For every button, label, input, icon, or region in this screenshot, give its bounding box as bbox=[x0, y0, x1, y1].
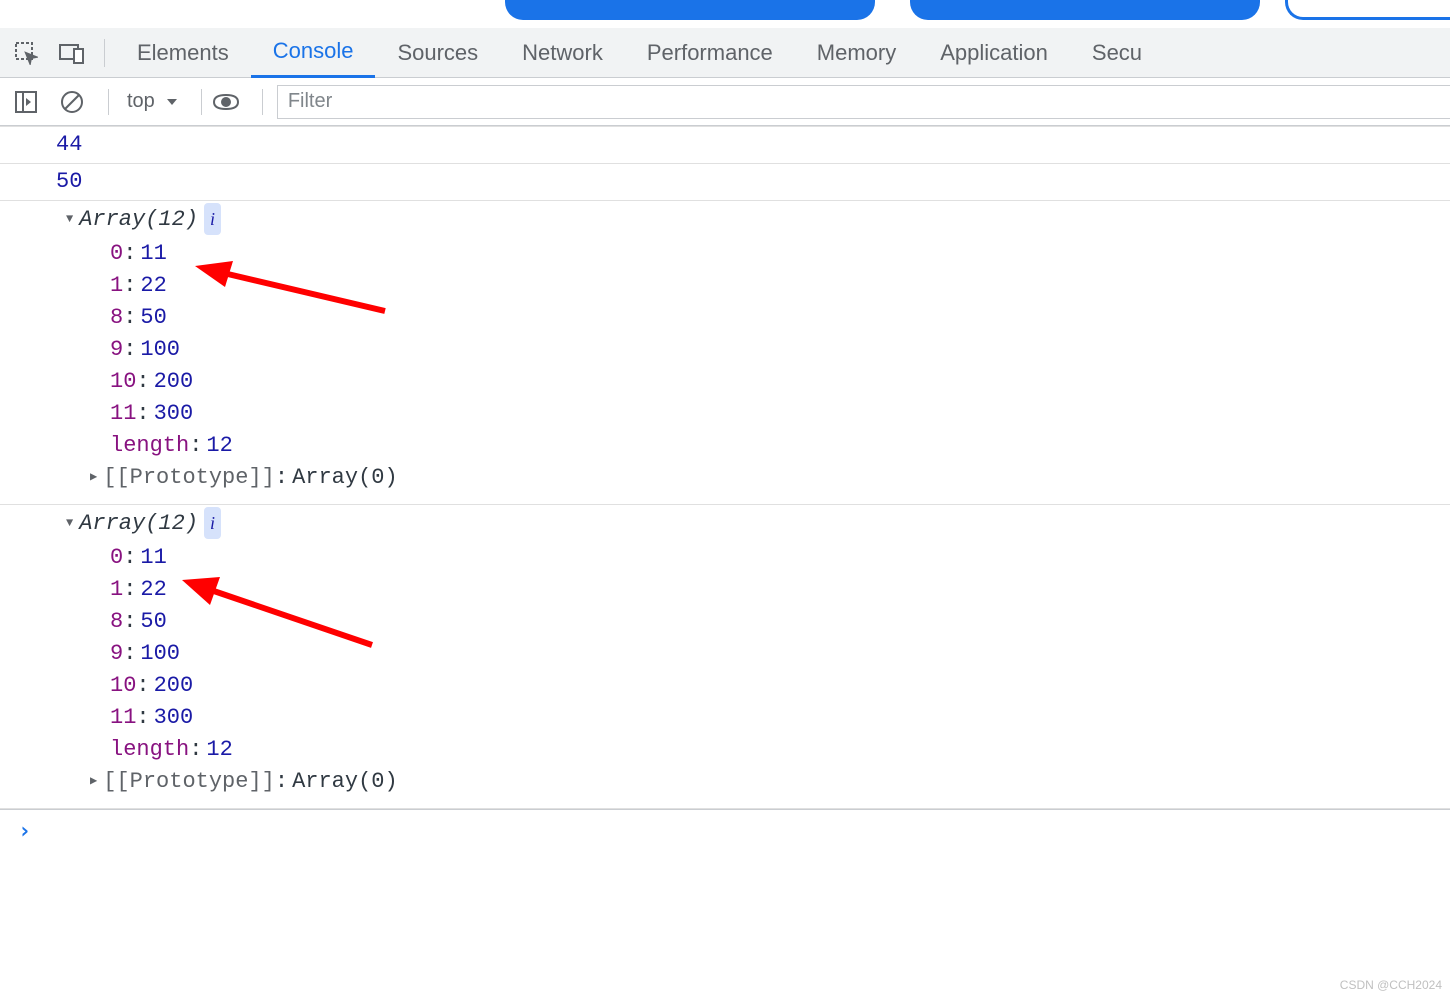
page-header-strip bbox=[0, 0, 1450, 28]
entry-index: 8 bbox=[110, 305, 123, 330]
object-entry[interactable]: 1:22 bbox=[66, 270, 1450, 302]
entry-value: 11 bbox=[140, 545, 166, 570]
entry-index: 8 bbox=[110, 609, 123, 634]
context-label: top bbox=[127, 90, 155, 113]
tab-console[interactable]: Console bbox=[251, 28, 376, 78]
entry-value: 100 bbox=[140, 337, 180, 362]
object-title: Array(12) bbox=[79, 207, 198, 232]
object-entry[interactable]: 0:11 bbox=[66, 542, 1450, 574]
devtools-tabbar: ElementsConsoleSourcesNetworkPerformance… bbox=[0, 28, 1450, 78]
tab-application[interactable]: Application bbox=[918, 28, 1070, 78]
inspect-icon[interactable] bbox=[12, 39, 40, 67]
disclosure-open-icon[interactable] bbox=[66, 511, 79, 536]
log-row[interactable]: 44 bbox=[0, 126, 1450, 164]
log-value: 44 bbox=[56, 132, 82, 157]
console-toolbar: top bbox=[0, 78, 1450, 126]
filter-wrap bbox=[277, 85, 1450, 119]
entry-index: 11 bbox=[110, 401, 136, 426]
object-entry[interactable]: 0:11 bbox=[66, 238, 1450, 270]
entry-index: 10 bbox=[110, 369, 136, 394]
entry-value: 300 bbox=[154, 705, 194, 730]
disclosure-open-icon[interactable] bbox=[66, 207, 79, 232]
object-header[interactable]: Array(12)i bbox=[66, 203, 1450, 238]
entry-value: 22 bbox=[140, 577, 166, 602]
header-pill-outline bbox=[1285, 0, 1450, 20]
log-object[interactable]: Array(12)i 0:111:228:509:10010:20011:300… bbox=[0, 201, 1450, 505]
log-row[interactable]: 50 bbox=[0, 164, 1450, 201]
execution-context-selector[interactable]: top bbox=[119, 90, 187, 113]
entry-index: 9 bbox=[110, 641, 123, 666]
sidebar-toggle-icon[interactable] bbox=[12, 88, 40, 116]
entry-value: 300 bbox=[154, 401, 194, 426]
object-entry[interactable]: 11:300 bbox=[66, 702, 1450, 734]
entry-index: 0 bbox=[110, 545, 123, 570]
chevron-down-icon bbox=[165, 95, 179, 109]
tab-memory[interactable]: Memory bbox=[795, 28, 918, 78]
object-entry[interactable]: 1:22 bbox=[66, 574, 1450, 606]
entry-value: 50 bbox=[140, 305, 166, 330]
entry-index: 0 bbox=[110, 241, 123, 266]
entry-index: 11 bbox=[110, 705, 136, 730]
entry-value: 200 bbox=[154, 369, 194, 394]
tab-elements[interactable]: Elements bbox=[115, 28, 251, 78]
object-entry[interactable]: 11:300 bbox=[66, 398, 1450, 430]
entry-index: 1 bbox=[110, 577, 123, 602]
tab-sources[interactable]: Sources bbox=[375, 28, 500, 78]
object-entry[interactable]: 9:100 bbox=[66, 638, 1450, 670]
entry-value: 100 bbox=[140, 641, 180, 666]
object-entry[interactable]: 10:200 bbox=[66, 366, 1450, 398]
entry-value: 50 bbox=[140, 609, 166, 634]
object-prototype[interactable]: [[Prototype]]:Array(0) bbox=[66, 462, 1450, 496]
tab-truncated[interactable]: Secu bbox=[1070, 28, 1164, 78]
device-toolbar-icon[interactable] bbox=[58, 39, 86, 67]
divider bbox=[262, 89, 263, 115]
live-expression-icon[interactable] bbox=[212, 88, 240, 116]
info-icon[interactable]: i bbox=[204, 507, 221, 539]
object-entry[interactable]: 9:100 bbox=[66, 334, 1450, 366]
object-prototype[interactable]: [[Prototype]]:Array(0) bbox=[66, 766, 1450, 800]
tab-network[interactable]: Network bbox=[500, 28, 625, 78]
entry-value: 22 bbox=[140, 273, 166, 298]
header-pill bbox=[505, 0, 875, 20]
log-object[interactable]: Array(12)i 0:111:228:509:10010:20011:300… bbox=[0, 505, 1450, 809]
entry-value: 11 bbox=[140, 241, 166, 266]
disclosure-closed-icon[interactable] bbox=[90, 465, 103, 490]
object-entry[interactable]: 8:50 bbox=[66, 606, 1450, 638]
watermark: CSDN @CCH2024 bbox=[1340, 978, 1442, 992]
entry-index: 10 bbox=[110, 673, 136, 698]
entry-index: 1 bbox=[110, 273, 123, 298]
divider bbox=[201, 89, 202, 115]
filter-input[interactable] bbox=[277, 85, 1450, 119]
divider bbox=[104, 39, 105, 67]
clear-console-icon[interactable] bbox=[58, 88, 86, 116]
prompt-chevron-icon: › bbox=[18, 819, 31, 844]
info-icon[interactable]: i bbox=[204, 203, 221, 235]
object-header[interactable]: Array(12)i bbox=[66, 507, 1450, 542]
header-pill bbox=[910, 0, 1260, 20]
object-length[interactable]: length:12 bbox=[66, 734, 1450, 766]
log-value: 50 bbox=[56, 169, 82, 194]
tab-performance[interactable]: Performance bbox=[625, 28, 795, 78]
console-log-area: 44 50 Array(12)i 0:111:228:509:10010:200… bbox=[0, 126, 1450, 854]
entry-value: 200 bbox=[154, 673, 194, 698]
disclosure-closed-icon[interactable] bbox=[90, 769, 103, 794]
entry-index: 9 bbox=[110, 337, 123, 362]
console-prompt[interactable]: › bbox=[0, 809, 1450, 854]
object-title: Array(12) bbox=[79, 511, 198, 536]
object-length[interactable]: length:12 bbox=[66, 430, 1450, 462]
object-entry[interactable]: 10:200 bbox=[66, 670, 1450, 702]
object-entry[interactable]: 8:50 bbox=[66, 302, 1450, 334]
divider bbox=[108, 89, 109, 115]
